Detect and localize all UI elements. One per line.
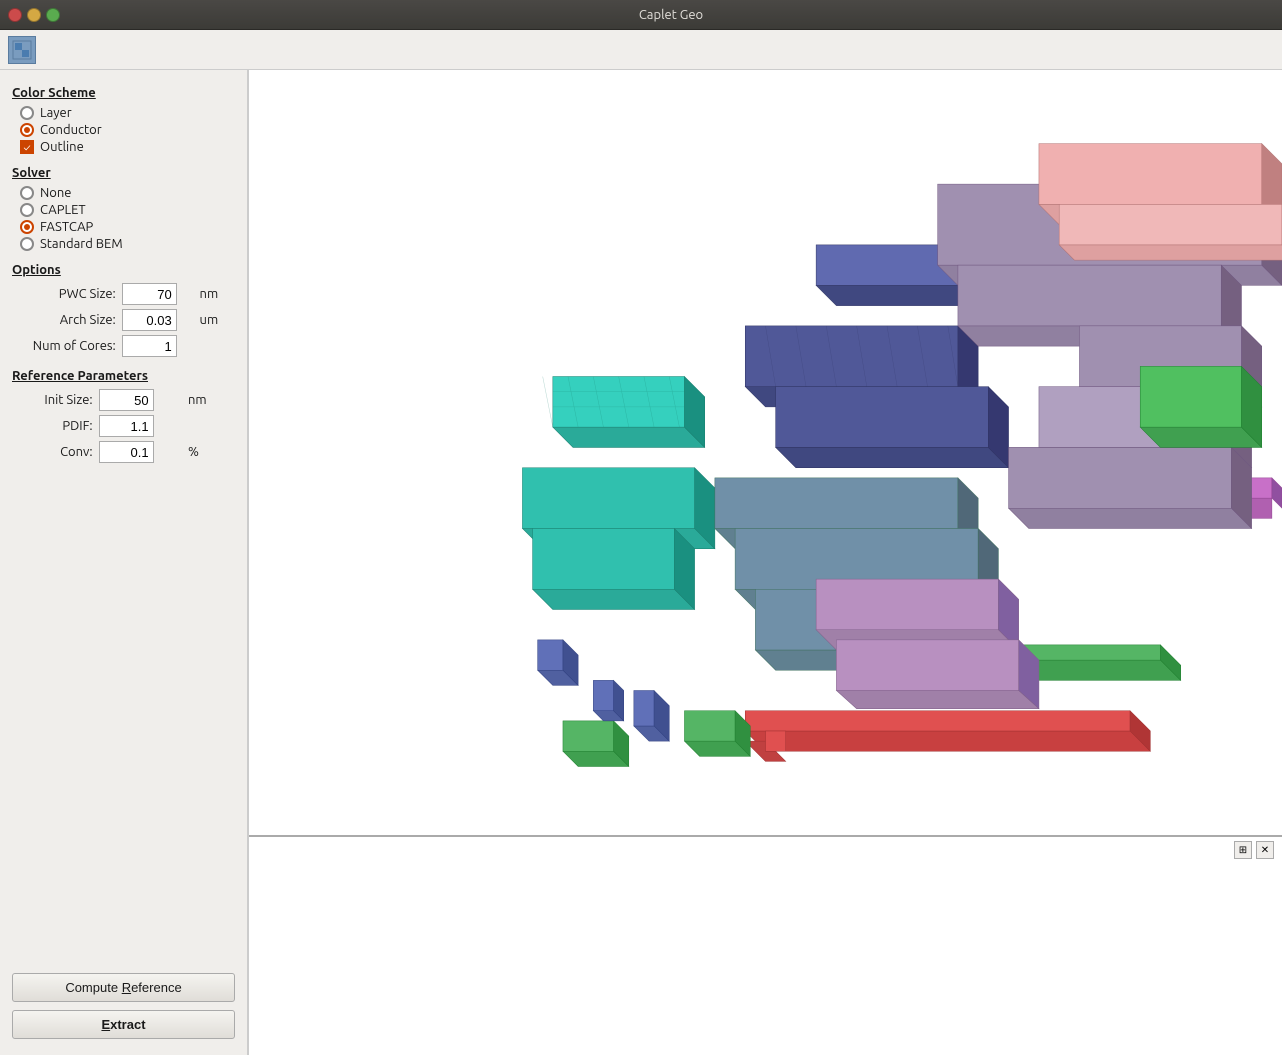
right-area: ⊞ ✕	[249, 70, 1282, 1055]
left-panel: Color Scheme Layer Conductor ✓ Outline S…	[0, 70, 248, 1055]
mauve-lower	[816, 579, 1039, 709]
pink-top-structure	[1039, 144, 1282, 260]
conductor-label: Conductor	[40, 123, 102, 137]
arch-size-unit: um	[200, 313, 235, 327]
bottom-toolbar[interactable]: ⊞ ✕	[1234, 841, 1274, 859]
conv-input[interactable]	[99, 441, 154, 463]
solver-header: Solver	[12, 166, 235, 180]
options-header: Options	[12, 263, 235, 277]
main-window: Color Scheme Layer Conductor ✓ Outline S…	[0, 30, 1282, 1055]
caplet-radio[interactable]	[20, 203, 34, 217]
solver-options: None CAPLET FASTCAP Standard BEM	[12, 186, 235, 251]
color-scheme-outline[interactable]: ✓ Outline	[20, 140, 235, 154]
bottom-close-button[interactable]: ✕	[1256, 841, 1274, 859]
num-cores-label: Num of Cores:	[16, 339, 116, 353]
solver-fastcap[interactable]: FASTCAP	[20, 220, 235, 234]
app-icon-bar	[0, 30, 1282, 70]
standard-bem-radio[interactable]	[20, 237, 34, 251]
window-title: Caplet Geo	[68, 8, 1274, 22]
titlebar: Caplet Geo	[0, 0, 1282, 30]
conductor-radio[interactable]	[20, 123, 34, 137]
pwc-size-label: PWC Size:	[16, 287, 116, 301]
compute-reference-button[interactable]: Compute Reference	[12, 973, 235, 1002]
arch-size-label: Arch Size:	[16, 313, 116, 327]
3d-view-panel	[249, 70, 1282, 835]
extract-button[interactable]: Extract	[12, 1010, 235, 1039]
3d-visualization	[249, 70, 1282, 835]
outline-label: Outline	[40, 140, 84, 154]
none-radio[interactable]	[20, 186, 34, 200]
pdif-input[interactable]	[99, 415, 154, 437]
color-scheme-header: Color Scheme	[12, 86, 235, 100]
color-scheme-layer[interactable]: Layer	[20, 106, 235, 120]
pwc-size-unit: nm	[200, 287, 235, 301]
none-label: None	[40, 186, 72, 200]
init-size-input[interactable]	[99, 389, 154, 411]
window-controls[interactable]	[8, 8, 60, 22]
outline-checkbox[interactable]: ✓	[20, 140, 34, 154]
ref-params-header: Reference Parameters	[12, 369, 235, 383]
minimize-button[interactable]	[27, 8, 41, 22]
layer-radio[interactable]	[20, 106, 34, 120]
fastcap-radio[interactable]	[20, 220, 34, 234]
close-button[interactable]	[8, 8, 22, 22]
options-fields: PWC Size: nm Arch Size: um Num of Cores:	[12, 283, 235, 357]
caplet-label: CAPLET	[40, 203, 86, 217]
init-size-label: Init Size:	[16, 393, 93, 407]
conv-unit: %	[188, 445, 235, 459]
solver-none[interactable]: None	[20, 186, 235, 200]
color-scheme-options: Layer Conductor ✓ Outline	[12, 106, 235, 154]
content-area: Color Scheme Layer Conductor ✓ Outline S…	[0, 70, 1282, 1055]
solver-standard-bem[interactable]: Standard BEM	[20, 237, 235, 251]
app-icon	[8, 36, 36, 64]
init-size-unit: nm	[188, 393, 235, 407]
arch-size-input[interactable]	[122, 309, 177, 331]
color-scheme-conductor[interactable]: Conductor	[20, 123, 235, 137]
maximize-button[interactable]	[46, 8, 60, 22]
bottom-log-panel: ⊞ ✕	[249, 835, 1282, 1055]
layer-label: Layer	[40, 106, 72, 120]
bottom-expand-button[interactable]: ⊞	[1234, 841, 1252, 859]
fastcap-label: FASTCAP	[40, 220, 93, 234]
pdif-label: PDIF:	[16, 419, 93, 433]
conv-label: Conv:	[16, 445, 93, 459]
ref-params-fields: Init Size: nm PDIF: Conv: %	[12, 389, 235, 463]
pwc-size-input[interactable]	[122, 283, 177, 305]
solver-caplet[interactable]: CAPLET	[20, 203, 235, 217]
num-cores-input[interactable]	[122, 335, 177, 357]
standard-bem-label: Standard BEM	[40, 237, 123, 251]
